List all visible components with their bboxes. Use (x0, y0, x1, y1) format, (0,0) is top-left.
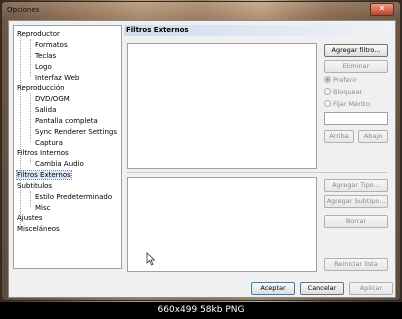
close-button[interactable]: ✕ (370, 3, 394, 16)
tree-branch-line (30, 93, 31, 142)
merit-radio-label: Fijar Mérito: (333, 100, 372, 108)
accept-button[interactable]: Aceptar (251, 282, 295, 295)
page-title: Filtros Externos (124, 25, 392, 36)
tree-item-cambia-audio[interactable]: Cambia Audio (35, 160, 84, 169)
tree-item-pantalla-completa[interactable]: Pantalla completa (35, 117, 98, 126)
tree-item-dvd-ogm[interactable]: DVD/OGM (35, 95, 70, 104)
tree-branch-line (30, 158, 31, 163)
add-subtype-button[interactable]: Agregar Subtipo... (324, 195, 388, 208)
remove-button[interactable]: Eliminar (324, 60, 388, 73)
mouse-cursor-icon (146, 252, 156, 266)
tree-item-miscelaneos[interactable]: Misceláneos (17, 225, 60, 234)
tree-item-subtitulos[interactable]: Subtitulos (17, 182, 52, 191)
tree-item-interfaz-web[interactable]: Interfaz Web (35, 74, 79, 83)
tree-item-misc[interactable]: Misc (35, 204, 50, 213)
tree-item-sync-renderer-settings[interactable]: Sync Renderer Settings (35, 128, 117, 137)
radio-indicator (324, 76, 331, 83)
window-title: Opciones (7, 6, 40, 14)
tree-item-teclas[interactable]: Teclas (35, 52, 56, 61)
add-type-button[interactable]: Agregar Tipo... (324, 179, 388, 192)
tree-item-captura[interactable]: Captura (35, 139, 63, 148)
delete-button[interactable]: Borrar (324, 215, 388, 228)
tree-item-ajustes[interactable]: Ajustes (17, 214, 43, 223)
tree-item-estilo-predeterminado[interactable]: Estilo Predeterminado (35, 193, 112, 202)
image-caption: 660x499 58kb PNG (0, 302, 402, 319)
merit-input[interactable] (324, 112, 388, 125)
block-radio-label: Bloquear (333, 88, 363, 96)
tree-item-formatos[interactable]: Formatos (35, 41, 68, 50)
tree-item-reproductor[interactable]: Reproductor (17, 30, 60, 39)
tree-root-line (20, 31, 21, 227)
reset-list-button[interactable]: Reiniciar lista (324, 258, 388, 271)
prefer-radio[interactable]: Preferir (324, 76, 357, 85)
options-tree[interactable]: Reproductor Formatos Teclas Logo Interfa… (13, 25, 122, 269)
down-button[interactable]: Abajo (358, 130, 388, 143)
external-filters-list[interactable] (127, 43, 317, 169)
apply-button[interactable]: Aplicar (349, 282, 393, 295)
tree-item-salida[interactable]: Salida (35, 106, 56, 115)
add-filter-button[interactable]: Agregar filtro... (324, 44, 388, 57)
merit-radio[interactable]: Fijar Mérito: (324, 100, 371, 109)
prefer-radio-label: Preferir (333, 76, 357, 84)
tree-item-reproduccion[interactable]: Reproducción (17, 84, 65, 93)
block-radio[interactable]: Bloquear (324, 88, 362, 97)
title-bar[interactable]: Opciones ✕ (2, 2, 400, 19)
tree-item-logo[interactable]: Logo (35, 63, 52, 72)
media-types-tree[interactable] (127, 177, 317, 272)
cancel-button[interactable]: Cancelar (300, 282, 344, 295)
up-button[interactable]: Arriba (324, 130, 354, 143)
radio-indicator (324, 88, 331, 95)
tree-branch-line (30, 39, 31, 77)
divider (127, 172, 387, 173)
tree-branch-line (30, 191, 31, 207)
tree-item-filtros-internos[interactable]: Filtros Internos (17, 149, 69, 158)
dialog-client-area: Reproductor Formatos Teclas Logo Interfa… (8, 20, 396, 298)
options-dialog: Opciones ✕ Reproductor Formatos Teclas L… (1, 1, 401, 301)
tree-item-filtros-externos[interactable]: Filtros Externos (16, 170, 72, 180)
radio-indicator (324, 100, 331, 107)
